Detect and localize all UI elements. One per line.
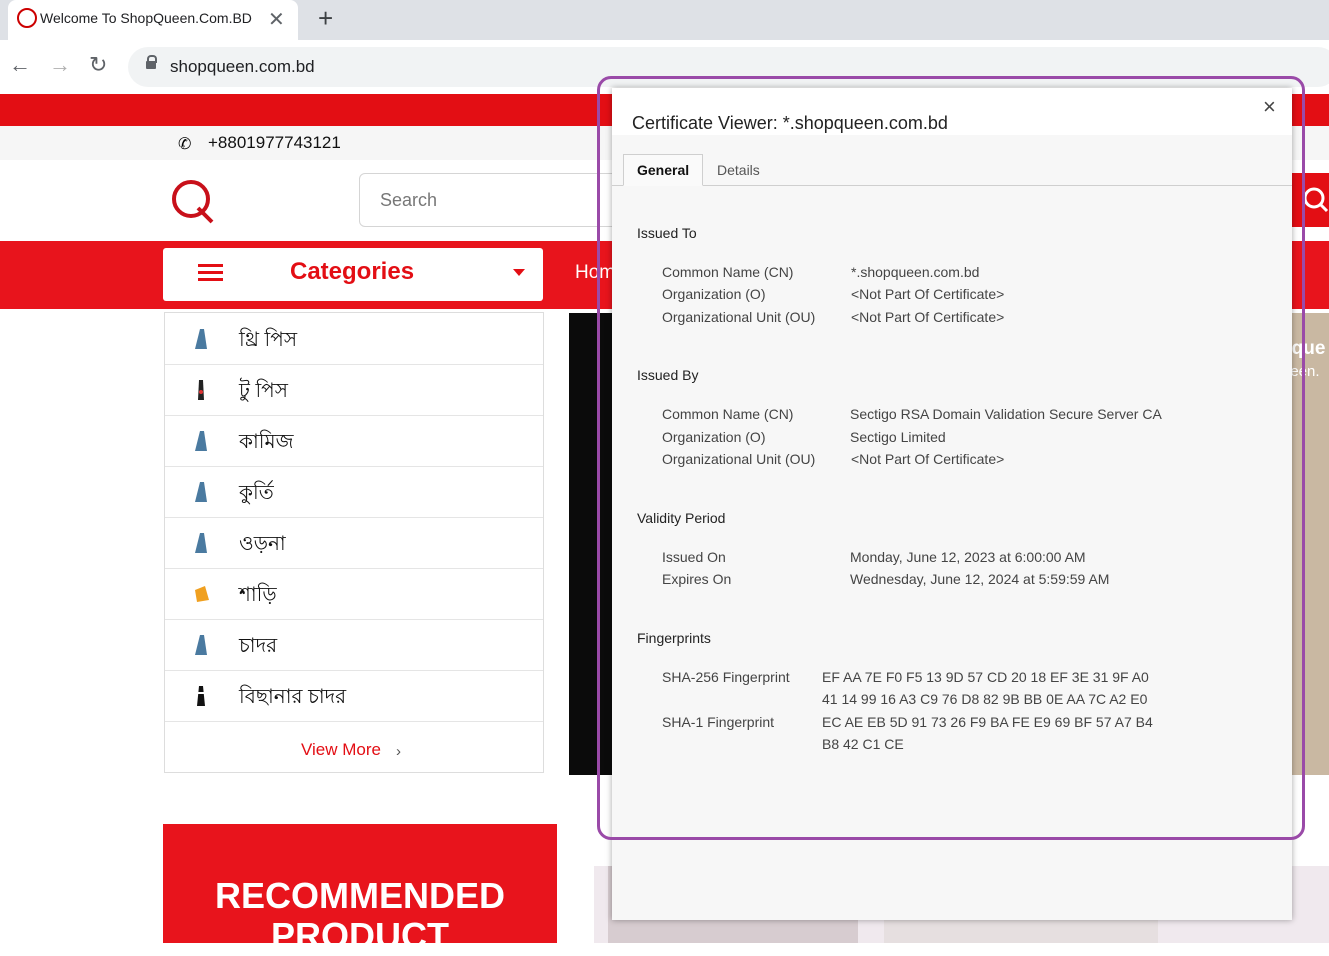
shopqueen-logo-icon[interactable]	[170, 178, 216, 224]
search-placeholder: Search	[380, 190, 438, 210]
category-label[interactable]: চাদর	[239, 631, 277, 664]
dress-icon	[195, 431, 207, 451]
dress-icon	[198, 380, 204, 400]
caret-down-icon[interactable]	[513, 269, 525, 276]
hamburger-icon[interactable]	[198, 264, 223, 267]
list-item[interactable]: টু পিস	[165, 364, 543, 416]
dress-icon	[195, 329, 207, 349]
lock-icon[interactable]	[146, 55, 157, 69]
tab-title: Welcome To ShopQueen.Com.BD	[40, 10, 252, 26]
category-label[interactable]: কামিজ	[239, 427, 294, 460]
new-tab-icon[interactable]: +	[318, 3, 333, 34]
highlight-outline	[597, 76, 1305, 840]
phone-number[interactable]: +8801977743121	[208, 133, 341, 153]
list-item[interactable]: শাড়ি	[165, 568, 543, 620]
category-label[interactable]: শাড়ি	[239, 580, 277, 613]
category-label[interactable]: থ্রি পিস	[239, 325, 297, 358]
close-tab-icon[interactable]: ✕	[268, 7, 285, 32]
categories-label[interactable]: Categories	[290, 258, 414, 286]
category-list: থ্রি পিস টু পিস কামিজ কুর্তি ওড়না শাড়ি…	[164, 312, 544, 773]
list-item[interactable]: থ্রি পিস	[165, 313, 543, 365]
list-item[interactable]: চাদর	[165, 619, 543, 671]
category-label[interactable]: টু পিস	[239, 376, 288, 409]
dress-icon	[195, 482, 207, 502]
reload-icon[interactable]: ↻	[89, 52, 107, 78]
category-label[interactable]: কুর্তি	[239, 478, 274, 511]
recommended-heading: RECOMMENDED PRODUCT	[214, 875, 505, 956]
url-text[interactable]: shopqueen.com.bd	[170, 57, 315, 77]
category-label[interactable]: বিছানার চাদর	[239, 682, 346, 715]
list-item[interactable]: কুর্তি	[165, 466, 543, 518]
favicon-icon	[17, 8, 37, 28]
back-icon[interactable]: ←	[9, 52, 31, 78]
view-more-link[interactable]: View More	[301, 740, 381, 760]
dress-icon	[195, 533, 207, 553]
dress-icon	[195, 635, 207, 655]
category-label[interactable]: ওড়না	[239, 529, 286, 562]
forward-icon[interactable]: →	[49, 52, 71, 78]
list-item[interactable]: কামিজ	[165, 415, 543, 467]
chevron-right-icon[interactable]: ›	[396, 743, 401, 760]
list-item[interactable]: ওড়না	[165, 517, 543, 569]
saree-icon	[195, 586, 209, 602]
phone-icon: ✆	[178, 136, 192, 153]
list-item[interactable]: বিছানার চাদর	[165, 670, 543, 722]
bedsheet-icon	[197, 686, 205, 706]
